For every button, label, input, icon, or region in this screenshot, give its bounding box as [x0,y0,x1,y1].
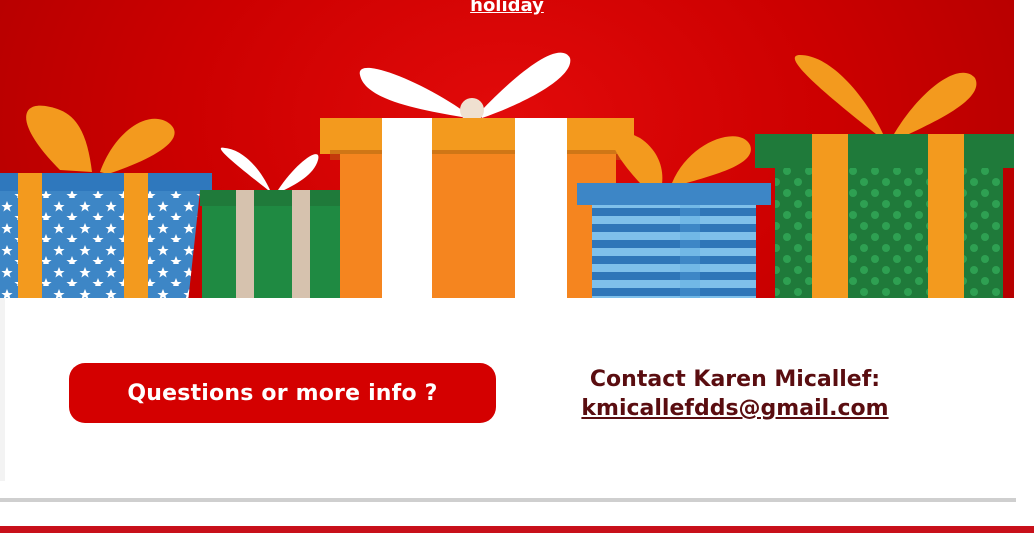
questions-button[interactable]: Questions or more info ? [69,363,496,423]
section-divider [0,498,1016,502]
contact-block: Contact Karen Micallef: kmicallefdds@gma… [540,365,930,423]
panel-edge [0,298,5,481]
blue-star-gift [0,105,212,330]
contact-label: Contact Karen Micallef: [589,367,881,392]
footer-band [0,526,1034,533]
green-dotted-gift [755,55,1014,328]
contact-email-link[interactable]: kmicallefdds@gmail.com [540,394,930,423]
gift-boxes-illustration [0,52,1014,330]
holiday-banner: holiday Questions or more info ? Contact… [0,0,1014,481]
